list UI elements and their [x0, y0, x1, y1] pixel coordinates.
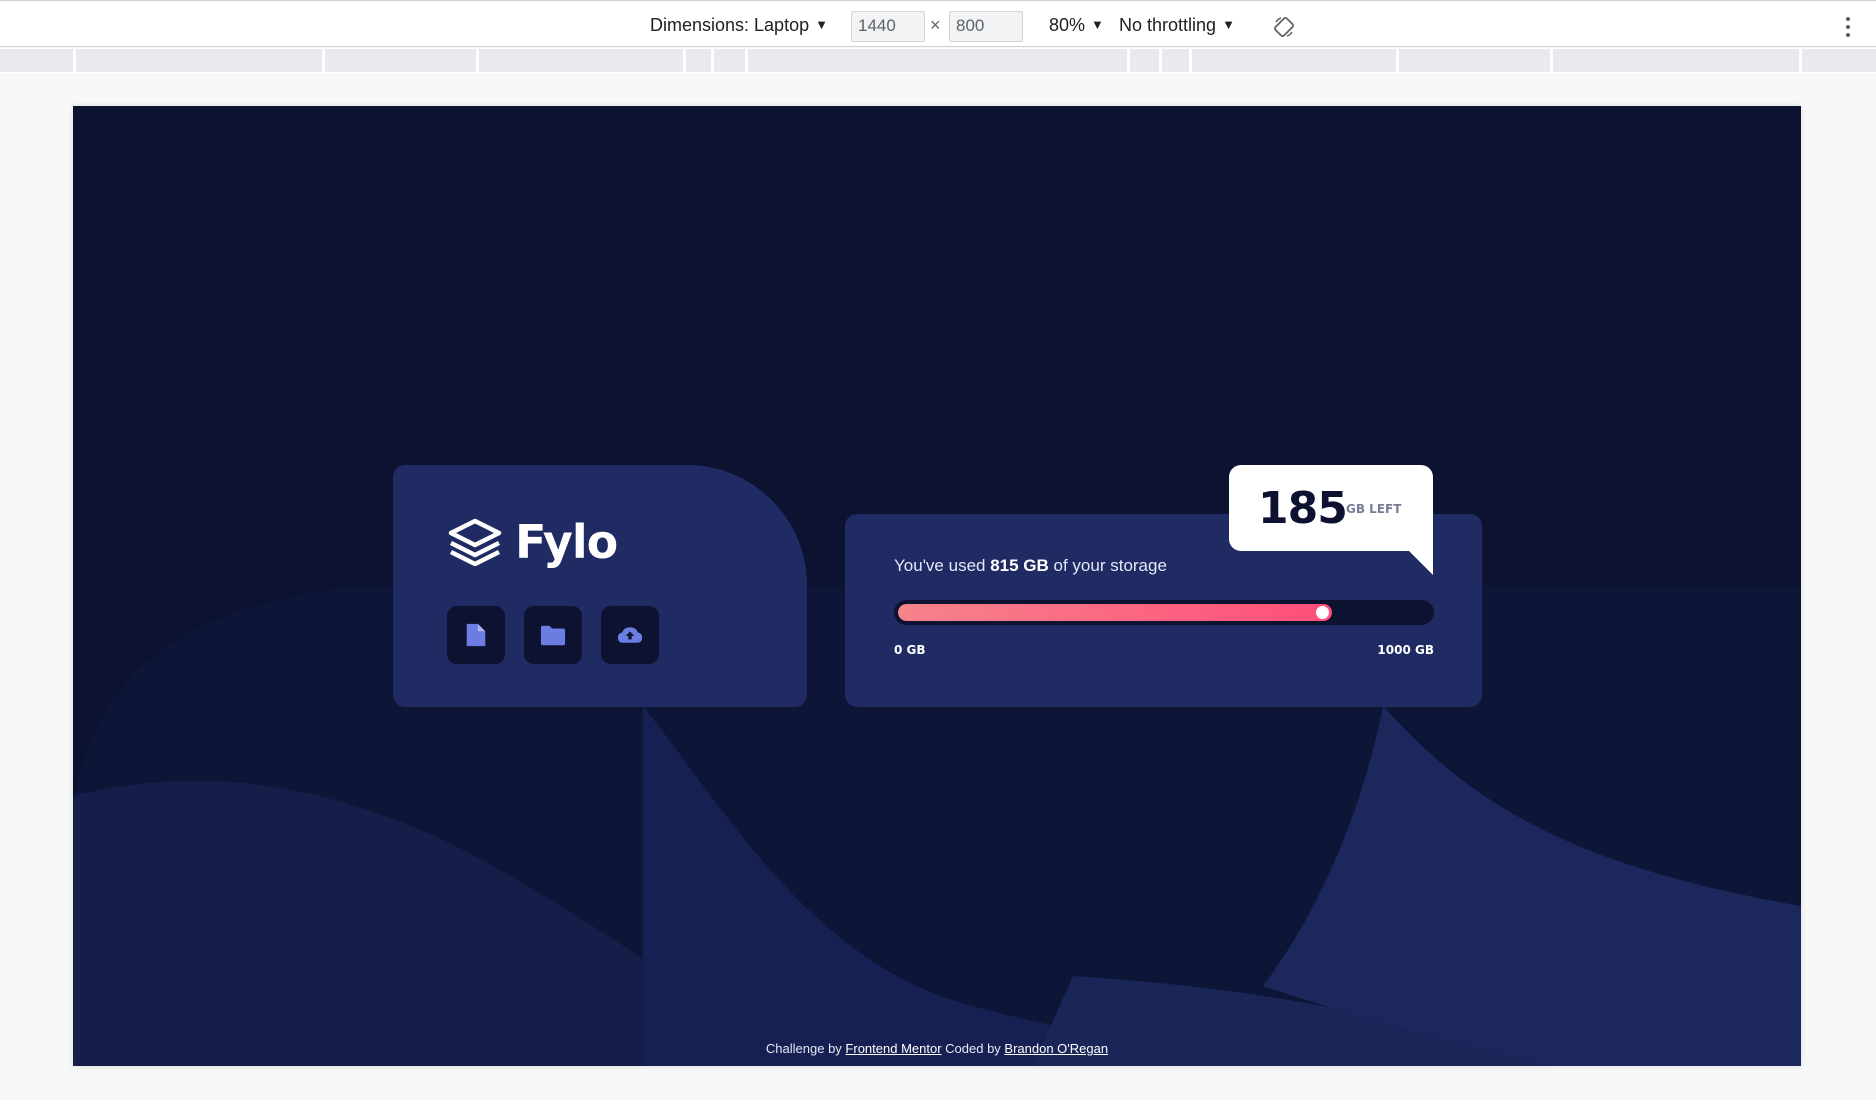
device-viewport: Fylo You've used 815 GB of your storage … — [73, 106, 1801, 1066]
scale-max-label: 1000 GB — [1377, 643, 1434, 657]
attribution: Challenge by Frontend Mentor Coded by Br… — [73, 1041, 1801, 1056]
dimensions-label: Dimensions: Laptop — [650, 15, 810, 35]
usage-text: You've used 815 GB of your storage — [894, 556, 1167, 576]
storage-meter — [894, 600, 1434, 625]
remaining-number: 185 — [1258, 483, 1348, 534]
brand-card: Fylo — [393, 465, 807, 707]
frontend-mentor-link[interactable]: Frontend Mentor — [845, 1041, 941, 1056]
callout-tail — [1409, 551, 1433, 575]
document-icon — [466, 623, 486, 647]
media-query-segment[interactable] — [1399, 49, 1550, 72]
brand-name: Fylo — [515, 515, 618, 569]
folder-button[interactable] — [524, 606, 582, 664]
more-options-icon[interactable] — [1846, 17, 1850, 37]
chevron-down-icon: ▼ — [815, 17, 828, 32]
height-input[interactable]: 800 — [949, 11, 1023, 42]
media-query-segment[interactable] — [1162, 49, 1189, 72]
brand-logo: Fylo — [447, 515, 618, 569]
remaining-unit: GB LEFT — [1346, 502, 1402, 516]
dimensions-dropdown[interactable]: Dimensions: Laptop ▼ — [650, 15, 828, 36]
zoom-dropdown[interactable]: 80% ▼ — [1049, 15, 1104, 36]
upload-button[interactable] — [601, 606, 659, 664]
throttling-label: No throttling — [1119, 15, 1217, 35]
storage-meter-fill — [898, 604, 1332, 621]
cloud-upload-icon — [617, 627, 643, 643]
media-query-segment[interactable] — [1192, 49, 1396, 72]
chevron-down-icon: ▼ — [1091, 17, 1104, 32]
media-query-bar — [0, 48, 1876, 73]
width-input[interactable]: 1440 — [851, 11, 925, 42]
document-button[interactable] — [447, 606, 505, 664]
author-link[interactable]: Brandon O'Regan — [1004, 1041, 1108, 1056]
usage-suffix: of your storage — [1048, 556, 1167, 575]
chevron-down-icon: ▼ — [1222, 17, 1235, 32]
folder-icon — [540, 625, 566, 646]
layers-logo-icon — [448, 518, 502, 566]
rotate-icon[interactable] — [1273, 16, 1295, 38]
media-query-segment[interactable] — [686, 49, 711, 72]
devtools-device-toolbar: Dimensions: Laptop ▼ 1440 × 800 80% ▼ No t… — [0, 0, 1876, 47]
media-query-segment[interactable] — [748, 49, 1127, 72]
media-query-segment[interactable] — [714, 49, 745, 72]
media-query-segment[interactable] — [0, 49, 73, 72]
remaining-callout: 185 GB LEFT — [1229, 465, 1433, 551]
action-buttons — [447, 606, 678, 664]
storage-meter-knob — [1315, 606, 1329, 619]
media-query-segment[interactable] — [1130, 49, 1159, 72]
media-query-segment[interactable] — [479, 49, 683, 72]
throttling-dropdown[interactable]: No throttling ▼ — [1119, 15, 1235, 36]
times-separator: × — [930, 15, 941, 35]
zoom-label: 80% — [1049, 15, 1086, 35]
usage-amount: 815 GB — [990, 556, 1049, 575]
media-query-segment[interactable] — [76, 49, 322, 72]
usage-prefix: You've used — [894, 556, 991, 575]
media-query-segment[interactable] — [1553, 49, 1799, 72]
scale-min-label: 0 GB — [894, 643, 926, 657]
media-query-segment[interactable] — [325, 49, 476, 72]
media-query-segment[interactable] — [1802, 49, 1876, 72]
attribution-challenge-prefix: Challenge by — [765, 1041, 846, 1056]
attribution-coded-prefix: Coded by — [941, 1041, 1005, 1056]
